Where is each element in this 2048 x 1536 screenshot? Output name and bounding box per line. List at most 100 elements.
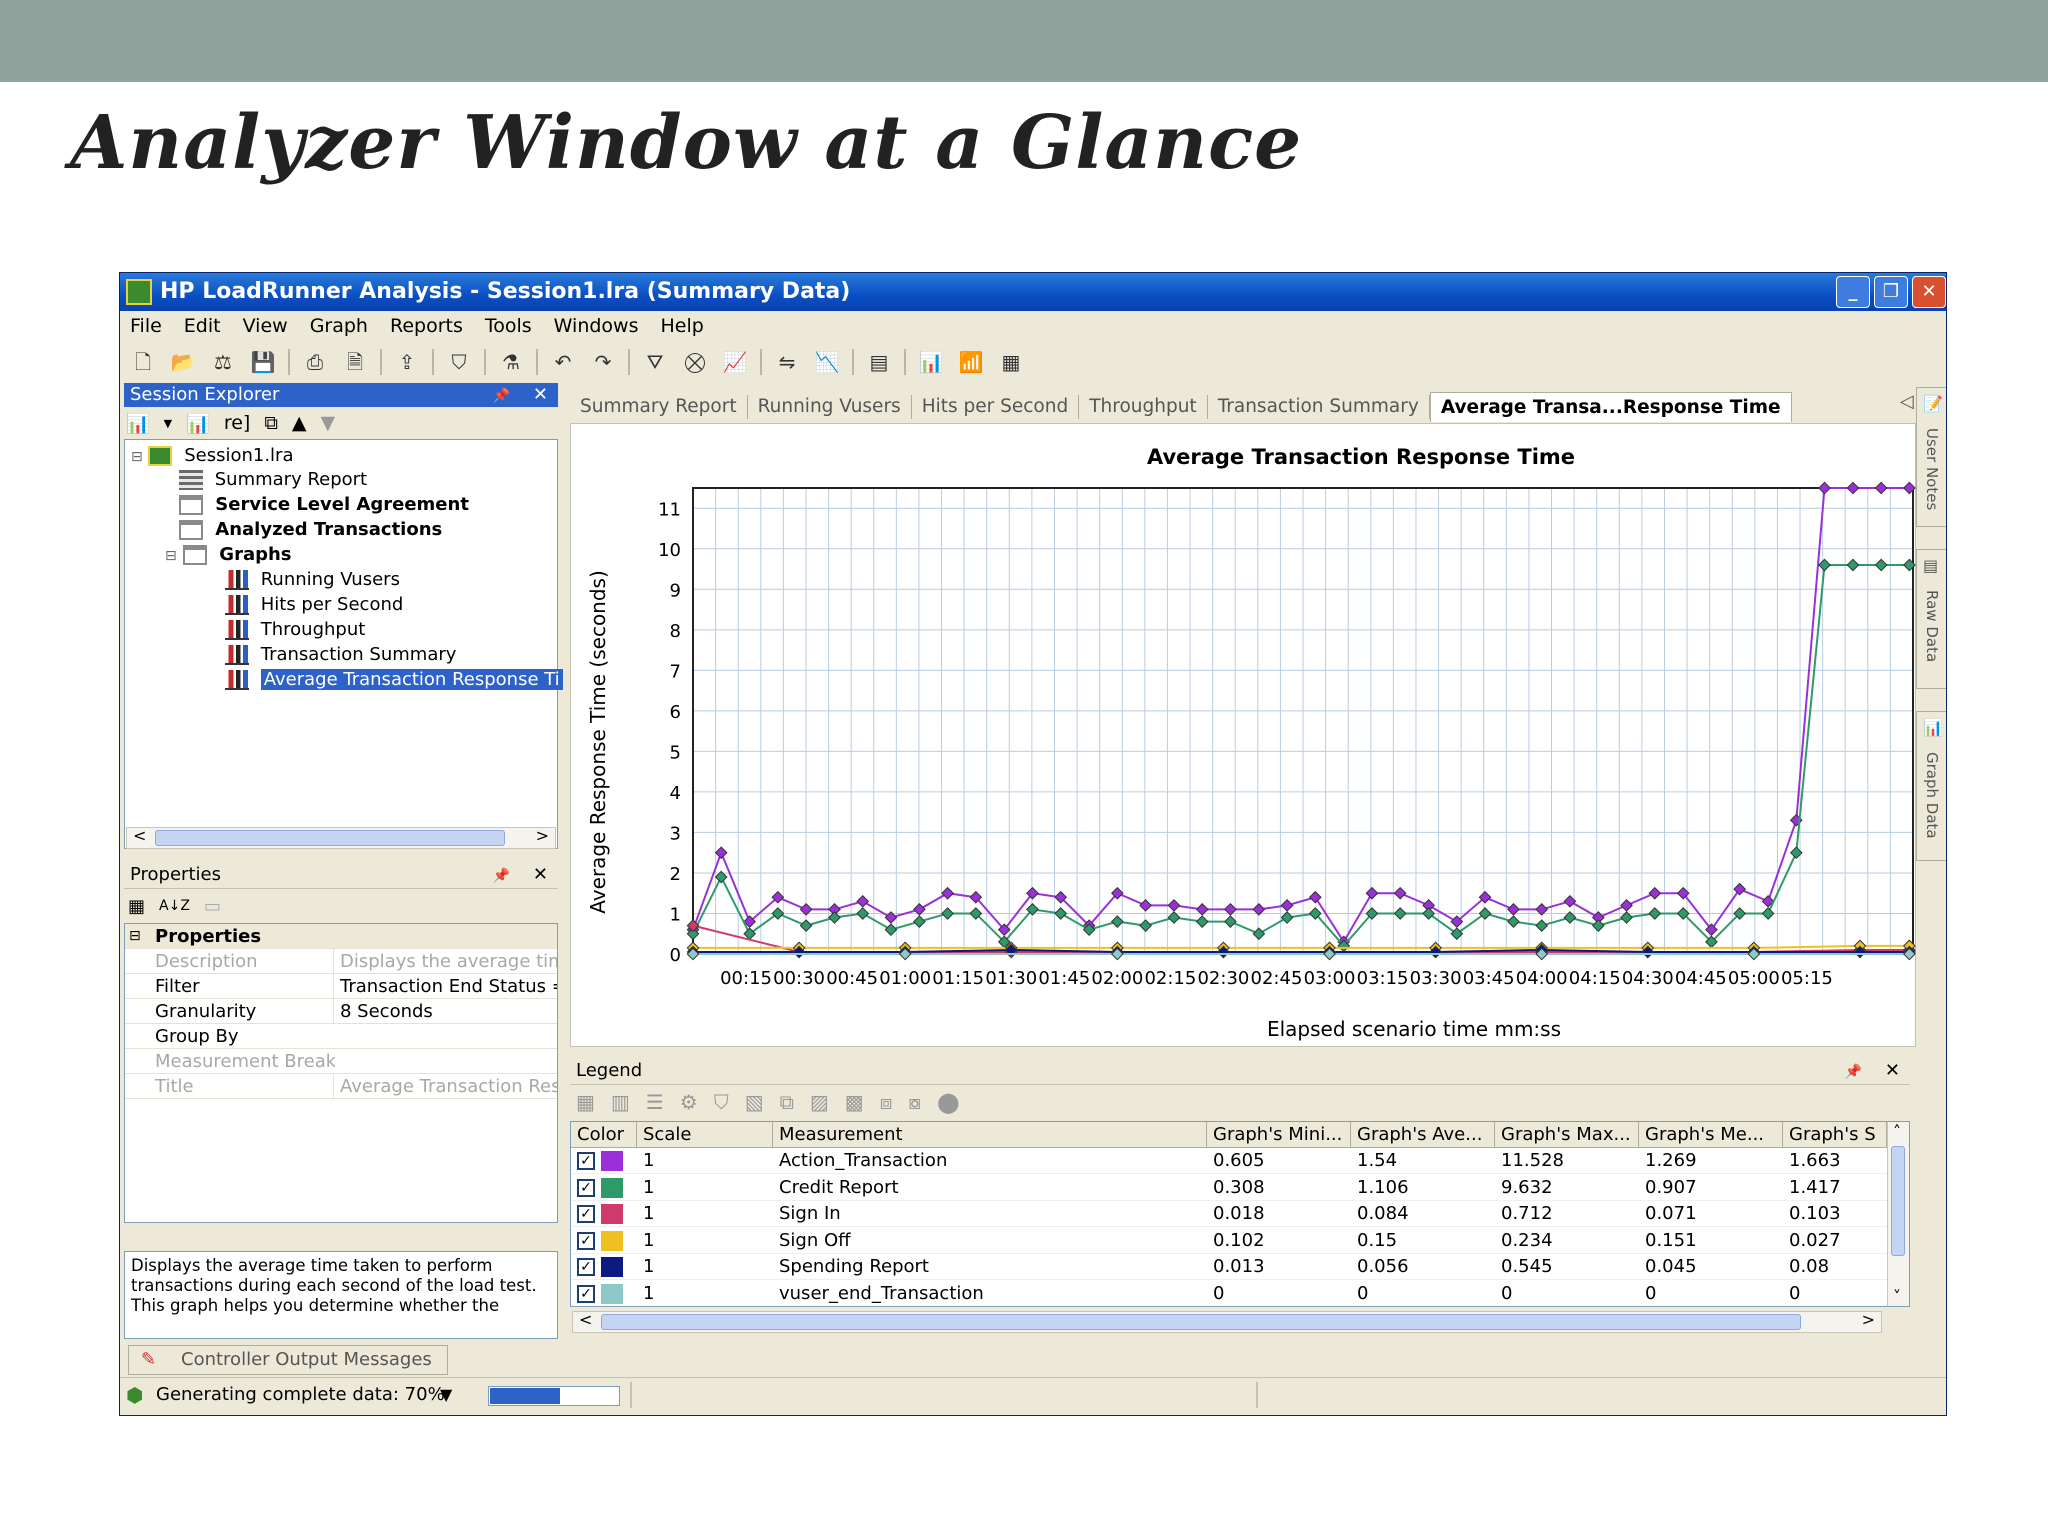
new-report-icon[interactable]: 📶 xyxy=(956,348,986,376)
legend-horizontal-scrollbar[interactable]: < > xyxy=(572,1310,1882,1333)
menu-help[interactable]: Help xyxy=(661,311,704,341)
tree-item-service-level-agreement[interactable]: Service Level Agreement xyxy=(179,493,469,517)
auto-correlate-icon[interactable]: ⇋ xyxy=(772,348,802,376)
merge-graphs-icon[interactable]: ⚗ xyxy=(496,348,526,376)
scrollbar-thumb[interactable] xyxy=(601,1314,1801,1330)
redo-icon[interactable]: ↷ xyxy=(588,348,618,376)
property-row[interactable]: Description Displays the average time t xyxy=(125,949,557,974)
menu-reports[interactable]: Reports xyxy=(390,311,463,341)
export-icon[interactable]: ▧ xyxy=(745,1090,764,1114)
property-row[interactable]: Granularity 8 Seconds xyxy=(125,999,557,1024)
chevron-down-icon[interactable]: ▼ xyxy=(164,417,172,430)
column-header[interactable]: Graph's S xyxy=(1783,1122,1887,1148)
tab-running-vusers[interactable]: Running Vusers xyxy=(748,395,912,419)
tab-raw-data[interactable]: ▤ Raw Data xyxy=(1916,549,1946,689)
scroll-down-icon[interactable]: ˅ xyxy=(1893,1287,1901,1306)
tree-horizontal-scrollbar[interactable]: < > xyxy=(126,826,556,849)
filter-icon[interactable]: ⛉ xyxy=(444,348,474,376)
scrollbar-thumb[interactable] xyxy=(1891,1146,1905,1256)
configure-icon[interactable]: ⚙ xyxy=(680,1090,698,1114)
hide-all-icon[interactable]: ▥ xyxy=(611,1090,630,1114)
scroll-up-icon[interactable]: ˄ xyxy=(1893,1122,1901,1141)
menu-file[interactable]: File xyxy=(130,311,162,341)
show-all-icon[interactable]: ▦ xyxy=(576,1090,595,1114)
close-button[interactable]: ✕ xyxy=(1912,276,1946,308)
save-icon[interactable]: 💾 xyxy=(248,348,278,376)
series-color-swatch[interactable] xyxy=(601,1257,623,1277)
scroll-left-icon[interactable]: < xyxy=(133,826,146,845)
tree-item-session[interactable]: ⊟ Session1.lra xyxy=(131,444,294,468)
series-color-swatch[interactable] xyxy=(601,1151,623,1171)
column-header[interactable]: Measurement xyxy=(773,1122,1207,1148)
legend-vertical-scrollbar[interactable]: ˄ ˅ xyxy=(1887,1122,1909,1306)
set-filter-icon[interactable]: ⛛ xyxy=(640,348,670,376)
tree-item-hits-per-second[interactable]: Hits per Second xyxy=(225,593,403,617)
legend-row[interactable]: ✓ 1 Sign In 0.018 0.084 0.712 0.071 0.103 xyxy=(571,1201,1887,1227)
legend-row[interactable]: ✓ 1 vuser_end_Transaction 0 0 0 0 0 xyxy=(571,1281,1887,1306)
property-row[interactable]: Filter Transaction End Status = ( xyxy=(125,974,557,999)
series-visibility-checkbox[interactable]: ✓ xyxy=(577,1205,595,1223)
legend-row[interactable]: ✓ 1 Spending Report 0.013 0.056 0.545 0.045 0.0… xyxy=(571,1254,1887,1280)
list-icon[interactable]: ☰ xyxy=(646,1090,664,1114)
scroll-right-icon[interactable]: > xyxy=(536,826,549,845)
tree-collapse-icon[interactable]: ⊟ xyxy=(165,548,177,564)
tab-transaction-summary[interactable]: Transaction Summary xyxy=(1208,395,1430,419)
delete-icon[interactable]: ▩ xyxy=(845,1090,864,1114)
move-down-icon[interactable]: ▼ xyxy=(321,412,336,434)
sort-alphabetical-icon[interactable]: A↓Z xyxy=(159,898,190,914)
column-header[interactable]: Color xyxy=(571,1122,637,1148)
column-header[interactable]: Scale xyxy=(637,1122,773,1148)
series-color-swatch[interactable] xyxy=(601,1283,623,1304)
tab-throughput[interactable]: Throughput xyxy=(1079,395,1208,419)
export-icon[interactable]: ⇪ xyxy=(392,348,422,376)
tab-average-transaction-response-time[interactable]: Average Transa...Response Time xyxy=(1429,392,1792,422)
chart-area[interactable]: Average Transaction Response Time Elapse… xyxy=(570,423,1916,1047)
column-header[interactable]: Graph's Ave... xyxy=(1351,1122,1495,1148)
cross-result-icon[interactable]: ⚖ xyxy=(208,348,238,376)
menu-tools[interactable]: Tools xyxy=(485,311,532,341)
legend-row[interactable]: ✓ 1 Credit Report 0.308 1.106 9.632 0.907 1.417 xyxy=(571,1175,1887,1201)
series-color-swatch[interactable] xyxy=(601,1230,623,1251)
overlay-icon[interactable]: 📉 xyxy=(812,348,842,376)
undo-icon[interactable]: ↶ xyxy=(548,348,578,376)
property-row[interactable]: Title Average Transaction Resp xyxy=(125,1074,557,1099)
copy-icon[interactable]: ⧉ xyxy=(780,1090,794,1114)
tree-item-transaction-summary[interactable]: Transaction Summary xyxy=(225,643,456,667)
series-visibility-checkbox[interactable]: ✓ xyxy=(577,1178,595,1197)
close-icon[interactable]: ✕ xyxy=(1885,1060,1900,1081)
properties-section[interactable]: ⊟ Properties xyxy=(125,924,557,949)
pin-icon[interactable]: 📌 xyxy=(493,388,510,404)
series-visibility-checkbox[interactable]: ✓ xyxy=(577,1152,595,1170)
clear-filter-icon[interactable]: ⛒ xyxy=(680,348,710,376)
series-visibility-checkbox[interactable]: ✓ xyxy=(577,1258,595,1276)
graph-settings-icon[interactable]: 📈 xyxy=(720,348,750,376)
notes-icon[interactable]: ▤ xyxy=(864,348,894,376)
open-session-icon[interactable]: 📂 xyxy=(168,348,198,376)
column-header[interactable]: Graph's Max... xyxy=(1495,1122,1639,1148)
menu-windows[interactable]: Windows xyxy=(554,311,639,341)
graph-icon[interactable]: 📊 xyxy=(186,412,210,435)
move-up-icon[interactable]: ▲ xyxy=(292,412,307,434)
tree-collapse-icon[interactable]: ⊟ xyxy=(131,449,143,465)
pin-icon[interactable]: 📌 xyxy=(1845,1064,1862,1080)
legend-row[interactable]: ✓ 1 Sign Off 0.102 0.15 0.234 0.151 0.027 xyxy=(571,1228,1887,1254)
menu-graph[interactable]: Graph xyxy=(310,311,368,341)
tab-summary-report[interactable]: Summary Report xyxy=(570,395,748,419)
minimize-button[interactable]: _ xyxy=(1836,276,1870,308)
pin-icon[interactable]: 📌 xyxy=(493,868,510,884)
tab-hits-per-second[interactable]: Hits per Second xyxy=(912,395,1080,419)
correlate-icon[interactable]: ⧈ xyxy=(880,1090,893,1114)
tree-item-analyzed-transactions[interactable]: Analyzed Transactions xyxy=(179,518,442,542)
close-icon[interactable]: ✕ xyxy=(533,864,548,885)
add-graph-icon[interactable]: 📊 xyxy=(126,412,150,435)
series-color-swatch[interactable] xyxy=(601,1204,623,1224)
compare-icon[interactable]: ⧇ xyxy=(908,1090,921,1114)
column-header[interactable]: Graph's Mini... xyxy=(1207,1122,1351,1148)
html-report-icon[interactable]: ▦ xyxy=(996,348,1026,376)
scroll-left-icon[interactable]: < xyxy=(579,1310,592,1329)
rename-icon[interactable]: re] xyxy=(224,412,251,434)
menu-view[interactable]: View xyxy=(243,311,288,341)
status-dropdown-icon[interactable]: ▼ xyxy=(440,1378,452,1412)
copy-icon[interactable]: ⧉ xyxy=(264,412,278,434)
new-session-icon[interactable]: 🗋 xyxy=(128,348,158,376)
